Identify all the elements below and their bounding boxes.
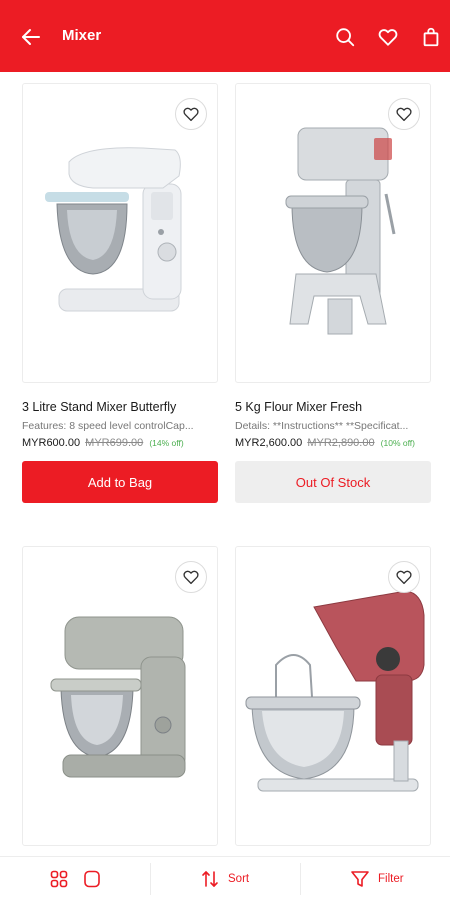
wishlist-button[interactable] — [375, 24, 401, 50]
cart-button[interactable] — [418, 24, 444, 50]
single-view-icon — [84, 870, 100, 888]
discount-badge: (14% off) — [149, 438, 184, 448]
product-grid: 3 Litre Stand Mixer Butterfly Features: … — [0, 72, 450, 856]
product-image-box[interactable] — [235, 546, 431, 846]
product-name[interactable]: 3 Litre Stand Mixer Butterfly — [22, 400, 218, 414]
wishlist-toggle[interactable] — [388, 561, 420, 593]
add-to-bag-button[interactable]: Add to Bag — [22, 461, 218, 503]
product-price: MYR2,600.00 — [235, 437, 303, 449]
original-price: MYR699.00 — [85, 437, 144, 449]
original-price: MYR2,890.00 — [307, 437, 375, 449]
search-button[interactable] — [332, 24, 358, 50]
back-button[interactable] — [16, 22, 46, 52]
heart-outline-icon — [396, 570, 412, 585]
wishlist-toggle[interactable] — [175, 561, 207, 593]
product-card[interactable]: 3 Litre Stand Mixer Butterfly Features: … — [22, 83, 218, 503]
heart-icon — [378, 29, 398, 46]
product-description: Features: 8 speed level controlCap... — [22, 420, 194, 432]
product-name[interactable]: 5 Kg Flour Mixer Fresh — [235, 400, 431, 414]
grid-view-icon — [50, 870, 68, 888]
search-icon — [336, 28, 355, 47]
filter-icon — [351, 871, 369, 887]
product-card[interactable] — [22, 546, 218, 846]
wishlist-toggle[interactable] — [388, 98, 420, 130]
product-card[interactable] — [235, 546, 431, 846]
shopping-bag-icon — [423, 27, 439, 47]
heart-outline-icon — [183, 107, 199, 122]
out-of-stock-button: Out Of Stock — [235, 461, 431, 503]
product-description: Details: **Instructions** **Specificat..… — [235, 420, 409, 432]
divider — [150, 863, 151, 895]
heart-outline-icon — [396, 107, 412, 122]
product-card[interactable]: 5 Kg Flour Mixer Fresh Details: **Instru… — [235, 83, 431, 503]
top-app-bar: Mixer — [0, 0, 450, 72]
grid-view-button[interactable] — [50, 870, 68, 888]
app-root: Mixer 3 Litre Stand Mixer Butterfly Feat… — [0, 0, 450, 900]
divider — [300, 863, 301, 895]
filter-label: Filter — [378, 873, 404, 885]
page-title: Mixer — [62, 27, 102, 44]
price-row: MYR600.00 MYR699.00 (14% off) — [22, 437, 218, 449]
wishlist-toggle[interactable] — [175, 98, 207, 130]
product-image-box[interactable] — [22, 546, 218, 846]
filter-button[interactable]: Filter — [350, 867, 404, 891]
back-arrow-icon — [22, 29, 40, 45]
product-image-box[interactable] — [235, 83, 431, 383]
product-price: MYR600.00 — [22, 437, 81, 449]
price-row: MYR2,600.00 MYR2,890.00 (10% off) — [235, 437, 431, 449]
single-view-button[interactable] — [83, 870, 101, 888]
sort-icon — [202, 871, 218, 887]
heart-outline-icon — [183, 570, 199, 585]
sort-button[interactable]: Sort — [200, 867, 249, 891]
sort-label: Sort — [228, 873, 250, 885]
product-image-box[interactable] — [22, 83, 218, 383]
bottom-toolbar: Sort Filter — [0, 856, 450, 900]
discount-badge: (10% off) — [380, 438, 415, 448]
